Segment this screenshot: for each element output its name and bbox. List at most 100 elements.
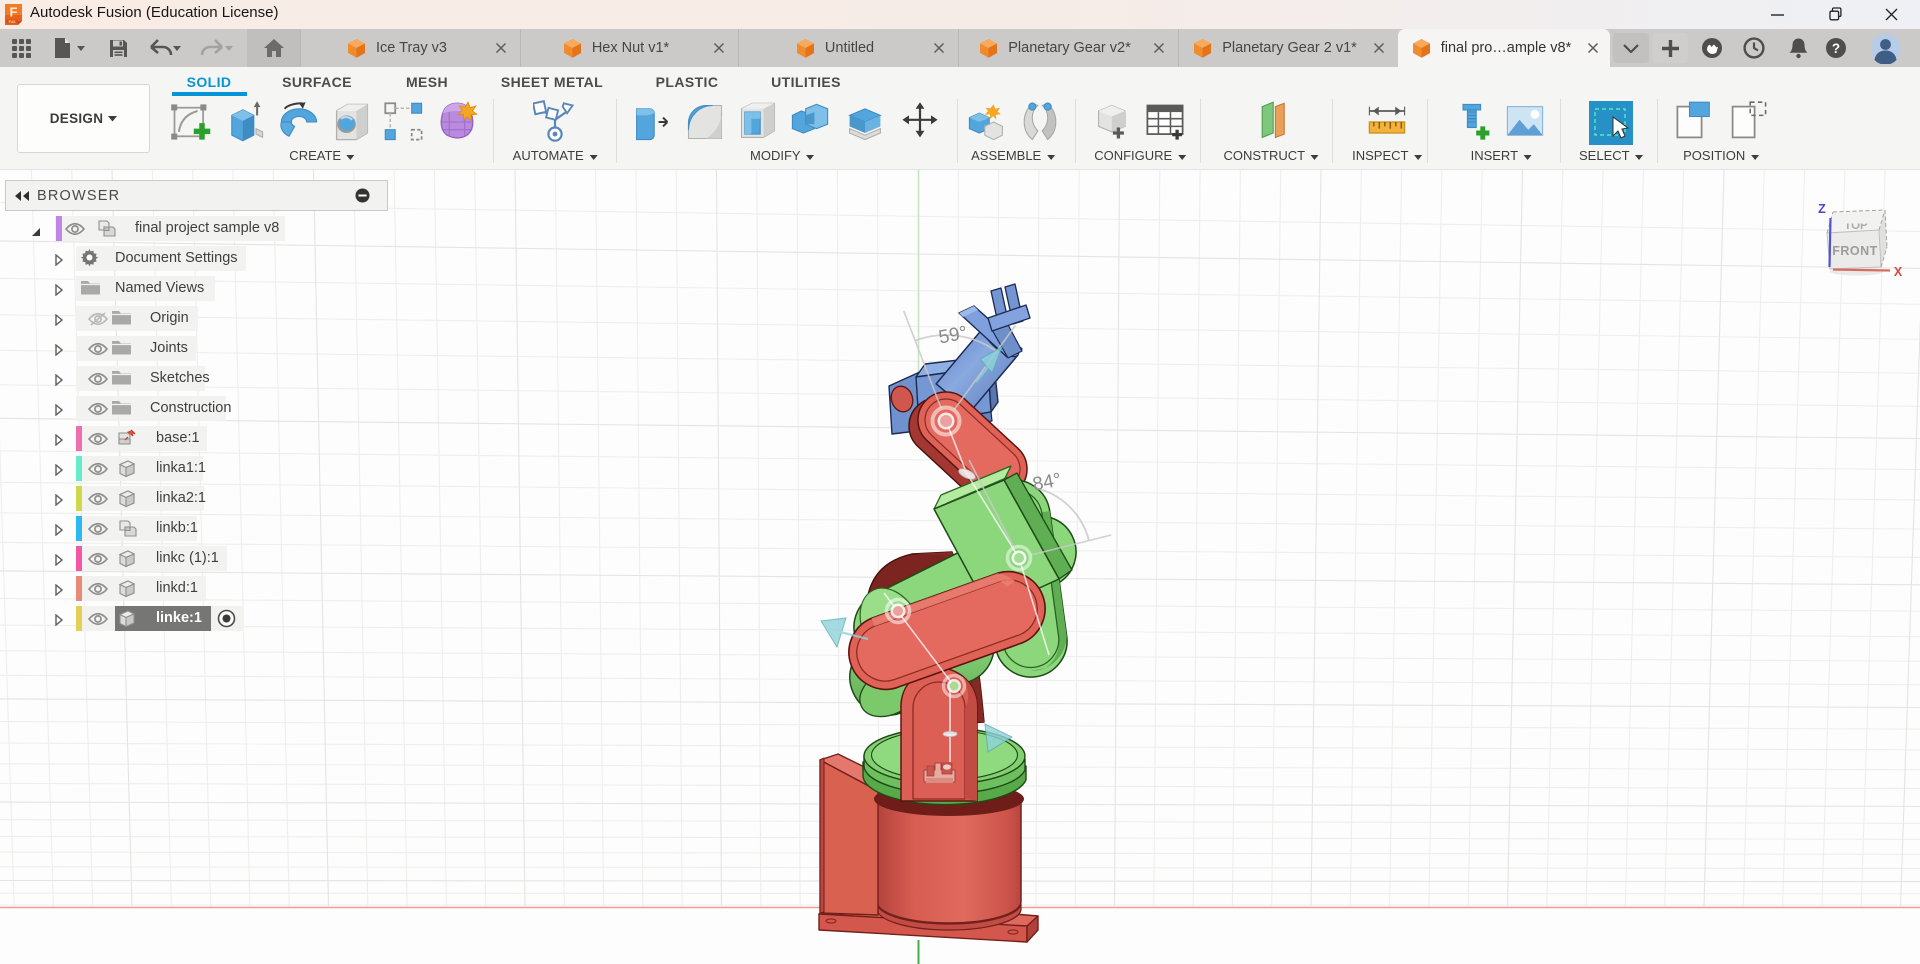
tree-expand-icon[interactable]	[55, 374, 63, 386]
eye-visible-icon[interactable]	[88, 342, 108, 356]
select-button[interactable]	[1589, 101, 1633, 145]
eye-visible-icon[interactable]	[88, 552, 108, 566]
redo-button[interactable]	[200, 29, 233, 67]
ribbon-tab-mesh[interactable]: MESH	[406, 74, 448, 90]
tree-expand-icon[interactable]	[55, 614, 63, 626]
close-button[interactable]	[1868, 0, 1914, 29]
group-label-construct[interactable]: CONSTRUCT	[1224, 148, 1319, 163]
eye-visible-icon[interactable]	[88, 612, 108, 626]
browser-row-joints[interactable]: Joints	[5, 336, 388, 361]
group-label-position[interactable]: POSITION	[1683, 148, 1759, 163]
browser-row-linka2-1[interactable]: linka2:1	[5, 486, 388, 511]
tree-expand-icon[interactable]	[55, 434, 63, 446]
pattern-button[interactable]	[382, 100, 426, 144]
eye-visible-icon[interactable]	[88, 522, 108, 536]
eye-hidden-icon[interactable]	[88, 312, 108, 326]
tab-close-icon[interactable]	[1587, 42, 1599, 54]
ribbon-tab-utilities[interactable]: UTILITIES	[771, 74, 841, 90]
eye-visible-icon[interactable]	[88, 432, 108, 446]
group-label-automate[interactable]: AUTOMATE	[513, 148, 598, 163]
home-button[interactable]	[247, 29, 300, 67]
eye-visible-icon[interactable]	[88, 462, 108, 476]
browser-row-linka1-1[interactable]: linka1:1	[5, 456, 388, 481]
document-tab[interactable]: Untitled	[738, 29, 956, 67]
tab-close-icon[interactable]	[1153, 42, 1165, 54]
notifications-icon[interactable]	[1783, 33, 1813, 63]
tree-expand-icon[interactable]	[55, 314, 63, 326]
browser-row-document-settings[interactable]: Document Settings	[5, 246, 388, 271]
new-component-button[interactable]	[965, 100, 1009, 144]
document-tab[interactable]: Hex Nut v1*	[520, 29, 736, 67]
app-grid-button[interactable]	[12, 29, 31, 67]
document-tab[interactable]: Planetary Gear 2 v1*	[1178, 29, 1396, 67]
browser-row-named-views[interactable]: Named Views	[5, 276, 388, 301]
ground-radio-icon[interactable]	[217, 609, 236, 628]
document-tab[interactable]: final pro…ample v8*	[1398, 29, 1610, 67]
tree-expand-icon[interactable]	[55, 524, 63, 536]
tree-expand-icon[interactable]	[55, 464, 63, 476]
hide-all-icon[interactable]	[355, 188, 370, 203]
group-label-configure[interactable]: CONFIGURE	[1094, 148, 1186, 163]
browser-row-linke-1[interactable]: linke:1	[5, 606, 388, 631]
eye-visible-icon[interactable]	[65, 222, 85, 236]
tree-collapse-icon[interactable]	[31, 227, 41, 237]
ribbon-tab-sheet-metal[interactable]: SHEET METAL	[501, 74, 603, 90]
tree-expand-icon[interactable]	[55, 584, 63, 596]
group-label-inspect[interactable]: INSPECT	[1352, 148, 1422, 163]
tab-close-icon[interactable]	[713, 42, 725, 54]
tree-expand-icon[interactable]	[55, 254, 63, 266]
joint-button[interactable]	[1018, 100, 1062, 144]
hole-button[interactable]	[330, 100, 374, 144]
minimize-button[interactable]	[1754, 0, 1800, 29]
browser-row-construction[interactable]: Construction	[5, 396, 388, 421]
browser-row-linkb-1[interactable]: linkb:1	[5, 516, 388, 541]
shell-button[interactable]	[736, 100, 780, 144]
browser-row-origin[interactable]: Origin	[5, 306, 388, 331]
save-button[interactable]	[109, 29, 128, 67]
document-tab[interactable]: Ice Tray v3	[300, 29, 518, 67]
tree-expand-icon[interactable]	[55, 284, 63, 296]
extensions-icon[interactable]	[1697, 33, 1727, 63]
help-icon[interactable]: ?	[1821, 33, 1851, 63]
browser-row-linkc-1-1[interactable]: linkc (1):1	[5, 546, 388, 571]
workspace-selector-button[interactable]: DESIGN	[17, 84, 150, 153]
document-tab[interactable]: Planetary Gear v2*	[958, 29, 1176, 67]
measure-button[interactable]	[1365, 100, 1409, 144]
insert-mcmaster-button[interactable]	[1452, 100, 1496, 144]
robot-arm-model[interactable]	[819, 284, 1076, 942]
tree-expand-icon[interactable]	[55, 344, 63, 356]
fillet-button[interactable]	[683, 100, 727, 144]
combine-button[interactable]	[788, 100, 832, 144]
offset-face-button[interactable]	[843, 100, 887, 144]
browser-row-linkd-1[interactable]: linkd:1	[5, 576, 388, 601]
file-new-button[interactable]	[52, 29, 86, 67]
tab-list-button[interactable]	[1613, 33, 1649, 63]
tree-expand-icon[interactable]	[55, 404, 63, 416]
automate-button[interactable]	[533, 100, 577, 144]
create-sketch-button[interactable]	[169, 100, 213, 144]
configuration-button[interactable]	[1092, 100, 1136, 144]
tab-close-icon[interactable]	[933, 42, 945, 54]
tab-close-icon[interactable]	[1373, 42, 1385, 54]
revolve-button[interactable]	[277, 100, 321, 144]
group-label-select[interactable]: SELECT	[1579, 148, 1643, 163]
configuration-table-button[interactable]	[1143, 100, 1187, 144]
maximize-button[interactable]	[1812, 0, 1858, 29]
extrude-button[interactable]	[223, 100, 267, 144]
tab-close-icon[interactable]	[495, 42, 507, 54]
group-label-assemble[interactable]: ASSEMBLE	[971, 148, 1055, 163]
group-label-create[interactable]: CREATE	[289, 148, 354, 163]
job-status-icon[interactable]	[1739, 33, 1769, 63]
ribbon-tab-plastic[interactable]: PLASTIC	[656, 74, 719, 90]
tree-expand-icon[interactable]	[55, 494, 63, 506]
capture-position-button[interactable]	[1673, 100, 1717, 144]
eye-visible-icon[interactable]	[88, 582, 108, 596]
ribbon-tab-surface[interactable]: SURFACE	[282, 74, 352, 90]
eye-visible-icon[interactable]	[88, 492, 108, 506]
create-form-button[interactable]	[435, 100, 479, 144]
browser-header[interactable]: BROWSER	[5, 180, 388, 211]
collapse-panel-icon[interactable]	[13, 190, 30, 202]
construction-plane-button[interactable]	[1249, 100, 1293, 144]
group-label-modify[interactable]: MODIFY	[750, 148, 814, 163]
ribbon-tab-solid[interactable]: SOLID	[187, 74, 232, 90]
